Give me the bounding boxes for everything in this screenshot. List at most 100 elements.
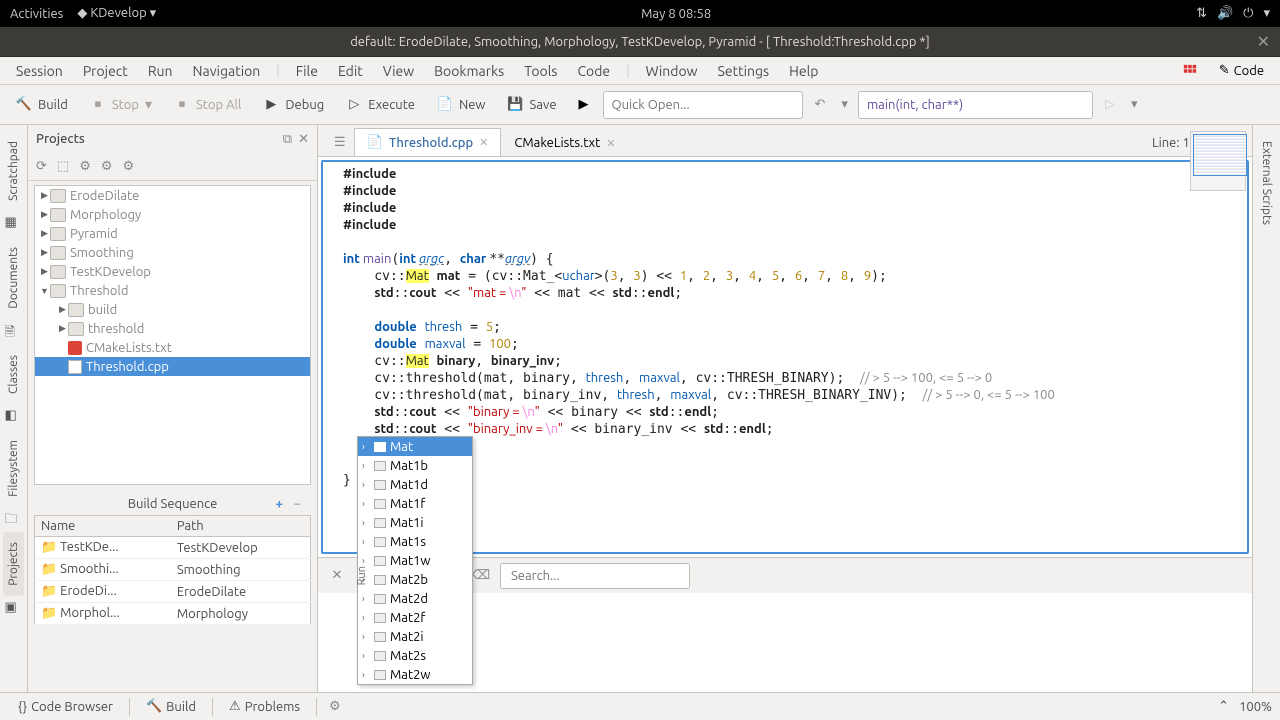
menu-tools[interactable]: Tools [516,59,565,83]
tree-item-build[interactable]: ▶build [35,300,310,319]
autocomplete-item[interactable]: ›Mat1b [358,456,472,475]
autocomplete-item[interactable]: ›Mat2w [358,665,472,684]
autocomplete-item[interactable]: ›Mat [358,437,472,456]
search-input[interactable] [500,563,690,589]
menu-run[interactable]: Run [140,59,181,83]
tree-item-threshold[interactable]: ▼Threshold [35,281,310,300]
tab-scratchpad[interactable]: Scratchpad [3,131,24,211]
build-button[interactable]: 🔨Build [8,93,76,117]
window-close-button[interactable]: ✕ [1257,32,1270,51]
volume-icon[interactable]: 🔊 [1217,6,1233,21]
autocomplete-item[interactable]: ›Mat2i [358,627,472,646]
nav-dropdown[interactable]: ▾ [1127,97,1142,112]
run-label[interactable]: Run [356,566,368,585]
build-seq-row[interactable]: 📁 Smoothi...Smoothing [35,559,311,581]
build-seq-remove-button[interactable]: − [294,497,301,511]
gear-icon[interactable]: ⚙ [323,699,347,714]
network-icon[interactable]: ⇅ [1196,6,1207,21]
build-seq-row[interactable]: 📁 TestKDe...TestKDevelop [35,537,311,559]
panel-close-icon[interactable]: ✕ [298,132,309,147]
build-output-button[interactable]: 🔨 Build [136,696,206,717]
gear-icon[interactable]: ⚙ [79,159,91,174]
tree-item-threshold-cpp[interactable]: Threshold.cpp [35,357,310,376]
search-close-icon[interactable]: ✕ [326,565,348,587]
app-menu[interactable]: ◆ KDevelop ▾ [77,6,156,21]
activities-button[interactable]: Activities [10,7,63,21]
autocomplete-item[interactable]: ›Mat1w [358,551,472,570]
tab-threshold-cpp[interactable]: 📄 Threshold.cpp ✕ [354,128,502,156]
tree-item-smoothing[interactable]: ▶Smoothing [35,243,310,262]
problems-button[interactable]: ⚠ Problems [219,696,310,717]
tree-item-erodedilate[interactable]: ▶ErodeDilate [35,186,310,205]
tab-filesystem[interactable]: Filesystem [3,430,24,507]
power-icon[interactable]: ⏻ [1243,6,1253,21]
function-nav-input[interactable] [858,91,1093,119]
tree-item-cmakelists-txt[interactable]: CMakeLists.txt [35,338,310,357]
build-sequence-table[interactable]: Name Path 📁 TestKDe...TestKDevelop📁 Smoo… [34,515,311,625]
menu-view[interactable]: View [375,59,422,83]
tab-list-icon[interactable]: ☰ [326,129,354,156]
menu-file[interactable]: File [288,59,326,83]
tree-item-testkdevelop[interactable]: ▶TestKDevelop [35,262,310,281]
build-seq-add-button[interactable]: + [276,497,283,511]
tab-external-scripts[interactable]: External Scripts [1256,131,1277,235]
gear2-icon[interactable]: ⚙ [101,159,113,174]
menu-session[interactable]: Session [8,59,71,83]
tree-item-morphology[interactable]: ▶Morphology [35,205,310,224]
execute-button[interactable]: ▷Execute [338,93,423,117]
autocomplete-item[interactable]: ›Mat2s [358,646,472,665]
autocomplete-item[interactable]: ›Mat2f [358,608,472,627]
history-dropdown[interactable]: ▾ [837,97,852,112]
code-browser-button[interactable]: {} Code Browser [8,697,123,717]
autocomplete-item[interactable]: ›Mat1s [358,532,472,551]
close-tab-icon[interactable]: ✕ [479,136,488,149]
menu-navigation[interactable]: Navigation [185,59,269,83]
minimap[interactable] [1190,131,1246,191]
clock[interactable]: May 8 08:58 [641,7,711,21]
menu-help[interactable]: Help [781,59,826,83]
autocomplete-item[interactable]: ›Mat2d [358,589,472,608]
tab-documents[interactable]: Documents [3,237,24,319]
col-name[interactable]: Name [35,516,171,537]
tab-classes[interactable]: Classes [3,345,24,404]
menu-bookmarks[interactable]: Bookmarks [426,59,512,83]
close-tab-icon[interactable]: ✕ [606,137,615,150]
new-button[interactable]: 📄New [429,93,494,117]
caret-down-icon[interactable]: ▾ [1263,6,1270,21]
menu-window[interactable]: Window [638,59,706,83]
autocomplete-popup[interactable]: ›Mat›Mat1b›Mat1d›Mat1f›Mat1i›Mat1s›Mat1w… [357,436,473,685]
stop-button[interactable]: ⏹Stop ▾ [82,92,160,117]
history-back-button[interactable]: ↶ [809,97,832,112]
stop-all-button[interactable]: ⏹Stop All [166,93,249,117]
grid-icon[interactable] [1175,60,1205,82]
quick-open-input[interactable] [603,91,803,119]
autocomplete-item[interactable]: ›Mat1f [358,494,472,513]
build-seq-row[interactable]: 📁 Morphol...Morphology [35,603,311,625]
zoom-level[interactable]: 100% [1239,700,1272,714]
refresh-icon[interactable]: ⟳ [36,159,47,174]
menu-settings[interactable]: Settings [710,59,778,83]
autocomplete-item[interactable]: ›Mat2b [358,570,472,589]
scroll-up-icon[interactable]: ⌃ [1218,699,1229,714]
tab-projects[interactable]: Projects [3,532,24,596]
project-tree[interactable]: ▶ErodeDilate▶Morphology▶Pyramid▶Smoothin… [34,185,311,485]
debug-button[interactable]: ▶Debug [255,93,332,117]
menu-code[interactable]: Code [569,59,618,83]
autocomplete-item[interactable]: ›Mat1i [358,513,472,532]
filter-icon[interactable]: ⬚ [57,159,69,174]
clear-icon[interactable]: ⌫ [470,565,492,587]
col-path[interactable]: Path [171,516,311,537]
tree-item-pyramid[interactable]: ▶Pyramid [35,224,310,243]
tab-cmakelists[interactable]: CMakeLists.txt ✕ [501,129,628,156]
autocomplete-item[interactable]: ›Mat1d [358,475,472,494]
code-mode-button[interactable]: ✎ Code [1211,59,1272,82]
play-icon[interactable]: ▶ [571,97,597,112]
nav-forward-button[interactable]: ▷ [1099,97,1121,112]
panel-detach-icon[interactable]: ⧉ [283,132,292,147]
save-button[interactable]: 💾Save [500,93,565,117]
menu-project[interactable]: Project [75,59,136,83]
menu-edit[interactable]: Edit [330,59,371,83]
tree-item-threshold[interactable]: ▶threshold [35,319,310,338]
gear3-icon[interactable]: ⚙ [123,159,135,174]
build-seq-row[interactable]: 📁 ErodeDi...ErodeDilate [35,581,311,603]
